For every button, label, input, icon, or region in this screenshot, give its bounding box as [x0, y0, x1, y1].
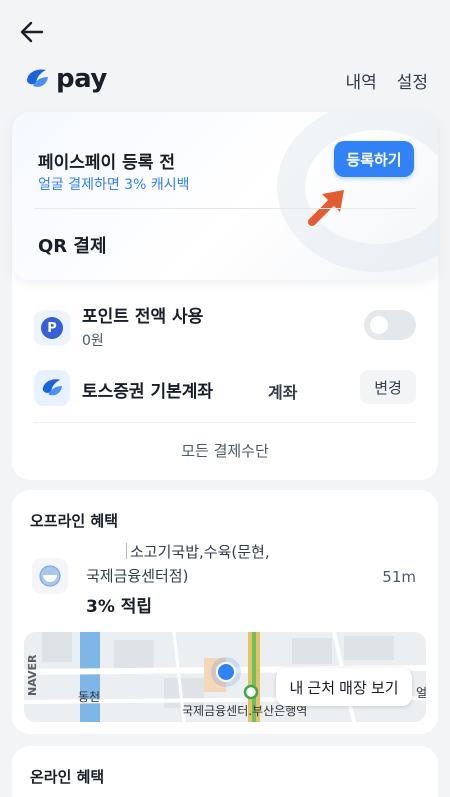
store-benefit: 3% 적립: [86, 597, 153, 617]
account-label: 토스증권 기본계좌: [82, 382, 214, 402]
decorative-face-ring: [277, 112, 438, 272]
face-pay-card: 페이스페이 등록 전 얼굴 결제하면 3% 캐시백 등록하기 QR 결제: [12, 112, 438, 280]
point-p-badge: P: [41, 317, 63, 339]
toss-logo-small-icon: [42, 379, 63, 396]
store-bowl-icon: [39, 565, 61, 587]
store-name-line2: 국제금융센터점): [86, 567, 189, 585]
point-icon: P: [34, 310, 70, 346]
naver-map-brand: NAVER: [26, 654, 39, 696]
point-balance: 0원: [82, 333, 104, 349]
back-arrow-icon[interactable]: [18, 18, 46, 46]
store-distance: 51m: [382, 568, 416, 586]
offline-benefits-title: 오프라인 혜택: [30, 512, 119, 530]
qr-payment-label[interactable]: QR 결제: [38, 232, 107, 258]
pointer-arrow-icon: [308, 190, 344, 226]
store-logo-icon: [32, 558, 68, 594]
toss-logo-icon: [27, 69, 48, 87]
online-benefits-title: 온라인 혜택: [30, 768, 105, 786]
point-use-label: 포인트 전액 사용: [82, 307, 204, 327]
change-button[interactable]: 변경: [360, 370, 416, 404]
point-toggle[interactable]: [364, 310, 416, 340]
divider: [34, 208, 416, 209]
text-cursor-bar: [126, 543, 127, 559]
all-payment-methods-link[interactable]: 모든 결제수단: [12, 440, 438, 461]
offline-benefits-card: 오프라인 혜택 소고기국밥,수육(문현, 국제금융센터점) 51m 3% 적립: [12, 490, 438, 734]
online-benefits-card: 온라인 혜택: [12, 746, 438, 797]
toss-pay-logo: pay: [24, 64, 107, 94]
history-link[interactable]: 내역: [345, 68, 376, 93]
nearby-map[interactable]: NAVER 동천 국제금융센터.부산은행역 얼 내 근처 매장 보기: [24, 632, 426, 722]
store-name-line1: 소고기국밥,수육(문현,: [130, 543, 270, 561]
store-name[interactable]: 소고기국밥,수육(문현, 국제금융센터점): [86, 540, 286, 588]
header-links: 내역 설정: [345, 68, 428, 93]
nearby-stores-button[interactable]: 내 근처 매장 보기: [276, 668, 412, 706]
register-button[interactable]: 등록하기: [334, 141, 414, 177]
logo-text: pay: [56, 64, 107, 94]
payment-methods-card: P 포인트 전액 사용 0원 토스증권 기본계좌 계좌 변경 모든 결제수단: [12, 262, 438, 480]
divider: [34, 422, 416, 423]
face-pay-subtitle: 얼굴 결제하면 3% 캐시백: [38, 177, 190, 193]
top-bar: pay 내역 설정: [0, 0, 450, 120]
toggle-knob: [370, 316, 388, 334]
face-pay-title: 페이스페이 등록 전: [38, 153, 175, 173]
map-label-right: 얼: [416, 686, 426, 700]
toss-securities-icon: [34, 370, 70, 406]
map-label-place: 동천: [78, 690, 101, 704]
river: [80, 632, 100, 722]
account-type: 계좌: [268, 383, 298, 402]
settings-link[interactable]: 설정: [397, 68, 428, 93]
